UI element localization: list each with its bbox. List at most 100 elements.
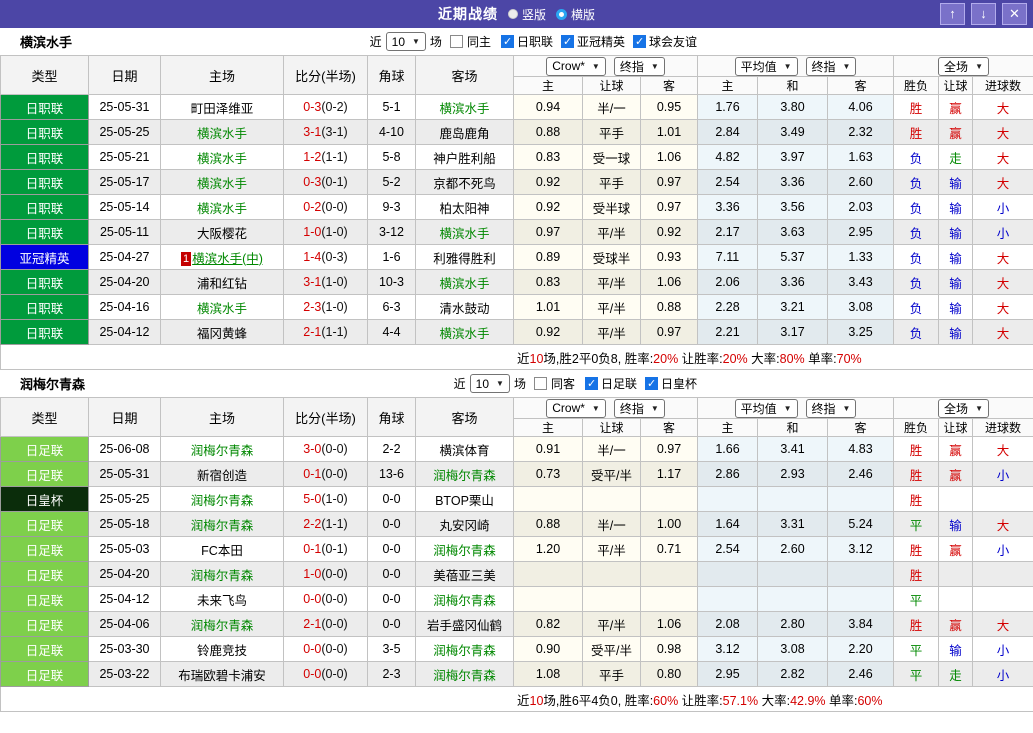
team-link[interactable]: 润梅尔青森: [433, 544, 496, 558]
score-cell[interactable]: 1-4(0-3): [283, 244, 368, 270]
recent-count-select[interactable]: 10 ▼: [385, 32, 426, 51]
score-cell[interactable]: 0-1(0-0): [283, 461, 368, 487]
europe-lose-odds: 2.60: [826, 169, 895, 195]
team-link[interactable]: 大阪樱花: [197, 227, 247, 241]
team-link[interactable]: 润梅尔青森: [433, 594, 496, 608]
league-badge: 日职联: [0, 169, 89, 195]
score-cell[interactable]: 0-0(0-0): [283, 661, 368, 687]
team-link[interactable]: 美蓓亚三美: [433, 569, 496, 583]
score-cell[interactable]: 0-2(0-0): [283, 194, 368, 220]
average-select[interactable]: 平均值 ▼: [734, 398, 798, 418]
subcol-handicap: 让球: [582, 76, 641, 95]
team-link[interactable]: 横滨水手: [439, 227, 489, 241]
league-checkbox[interactable]: [632, 35, 646, 48]
team-link[interactable]: 润梅尔青森: [191, 519, 254, 533]
half-time-score: (0-0): [321, 200, 348, 214]
league-checkbox-label: 日职联: [516, 35, 553, 49]
team-link[interactable]: 岩手盛冈仙鹤: [427, 619, 502, 633]
team-link[interactable]: 未来飞鸟: [197, 594, 247, 608]
score-cell[interactable]: 0-3(0-1): [283, 169, 368, 195]
score-cell[interactable]: 1-2(1-1): [283, 144, 368, 170]
team-link[interactable]: 润梅尔青森: [433, 469, 496, 483]
score-cell[interactable]: 1-0(1-0): [283, 219, 368, 245]
team-link[interactable]: 横滨水手: [197, 202, 247, 216]
team-link[interactable]: 铃鹿竞技: [197, 644, 247, 658]
team-link[interactable]: 横滨水手: [197, 302, 247, 316]
team-link[interactable]: 横滨水手(中): [192, 252, 263, 266]
europe-time-select[interactable]: 终指 ▼: [805, 56, 857, 76]
team-link[interactable]: 横滨水手: [197, 152, 247, 166]
section-filter-bar: 横滨水手 近 10 ▼ 场 同主 日职联 亚冠精英 球会友谊: [0, 28, 1033, 55]
league-checkbox[interactable]: [584, 377, 598, 390]
handicap-time-select[interactable]: 终指 ▼: [613, 56, 665, 76]
scope-select[interactable]: 全场 ▼: [938, 56, 989, 76]
company-select[interactable]: Crow* ▼: [546, 398, 606, 418]
team-link[interactable]: 利雅得胜利: [433, 252, 496, 266]
score-cell[interactable]: 5-0(1-0): [283, 486, 368, 512]
score-cell[interactable]: 0-3(0-2): [283, 94, 368, 120]
team-link[interactable]: 润梅尔青森: [191, 569, 254, 583]
europe-draw-odds: 2.93: [757, 461, 828, 487]
score-cell[interactable]: 3-0(0-0): [283, 436, 368, 462]
layout-vertical-radio[interactable]: 竖版: [507, 6, 546, 23]
league-checkbox[interactable]: [560, 35, 574, 48]
team-link[interactable]: 横滨水手: [197, 127, 247, 141]
team-link[interactable]: 横滨水手: [439, 327, 489, 341]
score-cell[interactable]: 2-1(0-0): [283, 611, 368, 637]
league-checkbox-label: 日足联: [600, 377, 637, 391]
team-link[interactable]: 润梅尔青森: [191, 494, 254, 508]
team-link[interactable]: 横滨体育: [439, 444, 489, 458]
league-checkbox[interactable]: [644, 377, 658, 390]
team-link[interactable]: 横滨水手: [197, 177, 247, 191]
team-link[interactable]: 新宿创造: [197, 469, 247, 483]
handicap-time-select[interactable]: 终指 ▼: [613, 398, 665, 418]
average-select[interactable]: 平均值 ▼: [734, 56, 798, 76]
score-cell[interactable]: 1-0(0-0): [283, 561, 368, 587]
team-link[interactable]: FC本田: [201, 544, 243, 558]
home-team-cell: FC本田: [160, 536, 284, 562]
team-link[interactable]: 润梅尔青森: [191, 444, 254, 458]
team-link[interactable]: 润梅尔青森: [191, 619, 254, 633]
score-cell[interactable]: 3-1(3-1): [283, 119, 368, 145]
company-select[interactable]: Crow* ▼: [546, 56, 606, 76]
team-link[interactable]: 浦和红钻: [197, 277, 247, 291]
move-up-button[interactable]: ↑: [940, 3, 965, 25]
recent-count-select[interactable]: 10 ▼: [469, 374, 510, 393]
near-label: 近: [369, 35, 382, 49]
team-link[interactable]: BTOP栗山: [435, 494, 494, 508]
team-link[interactable]: 润梅尔青森: [433, 644, 496, 658]
league-badge: 日职联: [0, 319, 89, 345]
league-checkbox[interactable]: [500, 35, 514, 48]
same-home-checkbox[interactable]: [449, 35, 463, 48]
team-link[interactable]: 神户胜利船: [433, 152, 496, 166]
score-cell[interactable]: 0-0(0-0): [283, 636, 368, 662]
team-link[interactable]: 福冈黄蜂: [197, 327, 247, 341]
chevron-down-icon: ▼: [650, 61, 659, 71]
score-cell[interactable]: 0-0(0-0): [283, 586, 368, 612]
layout-horizontal-radio[interactable]: 横版: [556, 6, 595, 23]
team-link[interactable]: 鹿岛鹿角: [439, 127, 489, 141]
team-link[interactable]: 丸安冈崎: [439, 519, 489, 533]
handicap-time-value: 终指: [619, 401, 644, 416]
same-away-checkbox[interactable]: [533, 377, 547, 390]
score-cell[interactable]: 2-1(1-1): [283, 319, 368, 345]
team-link[interactable]: 横滨水手: [439, 102, 489, 116]
team-link[interactable]: 京都不死鸟: [433, 177, 496, 191]
europe-win-odds: 2.06: [697, 269, 758, 295]
move-down-button[interactable]: ↓: [971, 3, 996, 25]
score-cell[interactable]: 3-1(1-0): [283, 269, 368, 295]
europe-win-odds: 2.08: [697, 611, 758, 637]
score-cell[interactable]: 2-3(1-0): [283, 294, 368, 320]
team-link[interactable]: 润梅尔青森: [433, 669, 496, 683]
scope-select[interactable]: 全场 ▼: [938, 398, 989, 418]
team-link[interactable]: 柏太阳神: [439, 202, 489, 216]
team-link[interactable]: 横滨水手: [439, 277, 489, 291]
score-cell[interactable]: 2-2(1-1): [283, 511, 368, 537]
team-link[interactable]: 清水鼓动: [439, 302, 489, 316]
score-cell[interactable]: 0-1(0-1): [283, 536, 368, 562]
team-link[interactable]: 町田泽维亚: [191, 102, 254, 116]
away-team-cell: 横滨体育: [415, 436, 514, 462]
europe-time-select[interactable]: 终指 ▼: [805, 398, 857, 418]
close-button[interactable]: ✕: [1002, 3, 1027, 25]
team-link[interactable]: 布瑞欧碧卡浦安: [178, 669, 266, 683]
